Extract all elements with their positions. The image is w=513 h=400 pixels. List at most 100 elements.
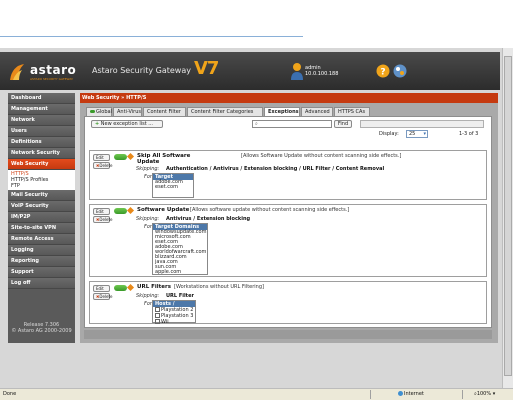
zone-label: Internet: [398, 391, 424, 397]
hosts-networks-list: Hosts / Networks Playstation 2 Playstati…: [152, 300, 196, 325]
rule-enabled-toggle[interactable]: [114, 154, 127, 160]
online-help-icon[interactable]: [393, 64, 407, 78]
plus-icon: +: [95, 121, 100, 127]
status-toggle-icon: [90, 110, 95, 113]
host-icon: [155, 319, 160, 324]
sidebar-item-network-security[interactable]: Network Security: [8, 148, 75, 159]
page-navigator[interactable]: [360, 120, 484, 128]
sidebar-item-log-off[interactable]: Log off: [8, 278, 75, 289]
sidebar-item-support[interactable]: Support: [8, 267, 75, 278]
delete-label: Delete: [99, 163, 113, 168]
sidebar-item-web-security[interactable]: Web Security: [8, 159, 75, 170]
list-item-label: Wii: [161, 319, 169, 325]
sidebar-nav: Dashboard Management Network Users Defin…: [8, 93, 75, 343]
status-text: Done: [3, 391, 17, 397]
sidebar-item-voip-security[interactable]: VoIP Security: [8, 201, 75, 212]
tab-https-cas[interactable]: HTTPS CAs: [334, 107, 370, 116]
sidebar-item-reporting[interactable]: Reporting: [8, 256, 75, 267]
zoom-control[interactable]: ⌕100% ▾: [474, 391, 495, 397]
target-domains-list: Target Domains adobe.com eset.com: [152, 173, 194, 198]
logo-tagline: ASTARO SECURITY GATEWAY: [30, 77, 74, 81]
sidebar-item-definitions[interactable]: Definitions: [8, 137, 75, 148]
sidebar-item-site-to-site-vpn[interactable]: Site-to-site VPN: [8, 223, 75, 234]
sidebar-item-im-p2p[interactable]: IM/P2P: [8, 212, 75, 223]
user-host: 10.0.100.188: [305, 71, 339, 77]
sidebar-item-remote-access[interactable]: Remote Access: [8, 234, 75, 245]
browser-top-area: [0, 0, 513, 48]
sidebar-item-management[interactable]: Management: [8, 104, 75, 115]
status-divider: [370, 390, 371, 399]
rule-enabled-toggle[interactable]: [114, 285, 127, 291]
submenu-item-ftp[interactable]: FTP: [11, 183, 75, 189]
user-info: admin 10.0.100.188: [305, 65, 338, 77]
globe-icon: [398, 391, 403, 396]
delete-button[interactable]: ✖Delete: [93, 162, 113, 169]
tab-label: Global: [96, 109, 112, 115]
list-item: Wii: [153, 319, 195, 325]
rule-enabled-toggle[interactable]: [114, 208, 127, 214]
search-input[interactable]: ⌕: [252, 120, 332, 128]
display-count-select[interactable]: 25 ▾: [406, 130, 428, 138]
scrollbar-thumb[interactable]: [504, 56, 512, 376]
sidebar-item-mail-security[interactable]: Mail Security: [8, 190, 75, 201]
edit-button[interactable]: Edit: [93, 154, 110, 161]
version-mark: V7: [194, 58, 219, 79]
tab-exceptions[interactable]: Exceptions: [264, 107, 300, 116]
main-content: Web Security » HTTP/S Global Anti-Virus …: [80, 93, 498, 343]
status-divider: [462, 390, 463, 399]
list-item: apple.com: [155, 269, 182, 275]
zoom-value: 100%: [476, 391, 492, 397]
display-label: Display:: [379, 131, 399, 137]
tab-anti-virus[interactable]: Anti-Virus: [113, 107, 142, 116]
astaro-logo-icon: [10, 64, 24, 80]
tab-content-filter-categories[interactable]: Content Filter Categories: [187, 107, 263, 116]
web-security-submenu: HTTP/S HTTP/S Profiles FTP: [8, 170, 75, 190]
find-button[interactable]: Find: [334, 120, 352, 128]
rule-type-icon: [126, 152, 135, 161]
edit-button[interactable]: Edit: [93, 285, 110, 292]
rule-title: Skip All Software Update: [137, 153, 191, 165]
sidebar-item-dashboard[interactable]: Dashboard: [8, 93, 75, 104]
result-range: 1-3 of 3: [459, 131, 479, 137]
browser-divider: [0, 36, 303, 37]
user-icon: [291, 63, 303, 80]
skipping-label: Skipping:: [136, 166, 160, 172]
exceptions-panel: + New exception list ... ⌕ Find Display:…: [84, 116, 492, 328]
tab-global[interactable]: Global: [86, 107, 112, 116]
tab-advanced[interactable]: Advanced: [301, 107, 333, 116]
edit-button[interactable]: Edit: [93, 208, 110, 215]
skipping-value: Antivirus / Extension blocking: [166, 216, 251, 222]
delete-button[interactable]: ✖Delete: [93, 216, 113, 223]
breadcrumb: Web Security » HTTP/S: [80, 93, 498, 103]
exception-rule-skip-all-software-update: Edit ✖Delete Skip All Software Update [A…: [89, 150, 487, 200]
astaro-logo: astaro ASTARO SECURITY GATEWAY: [8, 60, 80, 84]
list-item: eset.com: [155, 184, 178, 190]
logo-wordmark: astaro: [30, 63, 77, 77]
browser-status-bar: Done Internet ⌕100% ▾: [0, 388, 513, 400]
search-icon: ⌕: [255, 121, 258, 127]
tab-content-filter[interactable]: Content Filter: [143, 107, 186, 116]
zone-text: Internet: [404, 391, 424, 397]
rule-description: [Workstations without URL Filtering]: [174, 284, 264, 290]
sidebar-item-users[interactable]: Users: [8, 126, 75, 137]
delete-button[interactable]: ✖Delete: [93, 293, 113, 300]
list-toolbar: + New exception list ... ⌕ Find Display:…: [89, 120, 487, 138]
sidebar-item-logging[interactable]: Logging: [8, 245, 75, 256]
skipping-value: URL Filter: [166, 293, 194, 299]
chevron-down-icon: ▾: [423, 131, 426, 137]
rule-title: URL Filters: [137, 284, 171, 290]
rule-description: [Allows Software Update without content …: [241, 153, 402, 159]
release-info: Release 7.306 © Astaro AG 2000-2009: [8, 322, 75, 334]
delete-label: Delete: [99, 294, 113, 299]
rule-type-icon: [126, 206, 135, 215]
product-name: Astaro Security Gateway: [92, 66, 191, 75]
new-exception-list-button[interactable]: + New exception list ...: [91, 120, 163, 128]
skipping-label: Skipping:: [136, 216, 160, 222]
vertical-scrollbar[interactable]: [502, 48, 513, 388]
sidebar-item-network[interactable]: Network: [8, 115, 75, 126]
skipping-value: Authentication / Antivirus / Extension b…: [166, 166, 385, 172]
help-icon[interactable]: ?: [376, 64, 390, 78]
rule-title: Software Update: [137, 207, 190, 213]
chevron-down-icon: ▾: [491, 391, 496, 397]
host-icon: [155, 307, 160, 312]
